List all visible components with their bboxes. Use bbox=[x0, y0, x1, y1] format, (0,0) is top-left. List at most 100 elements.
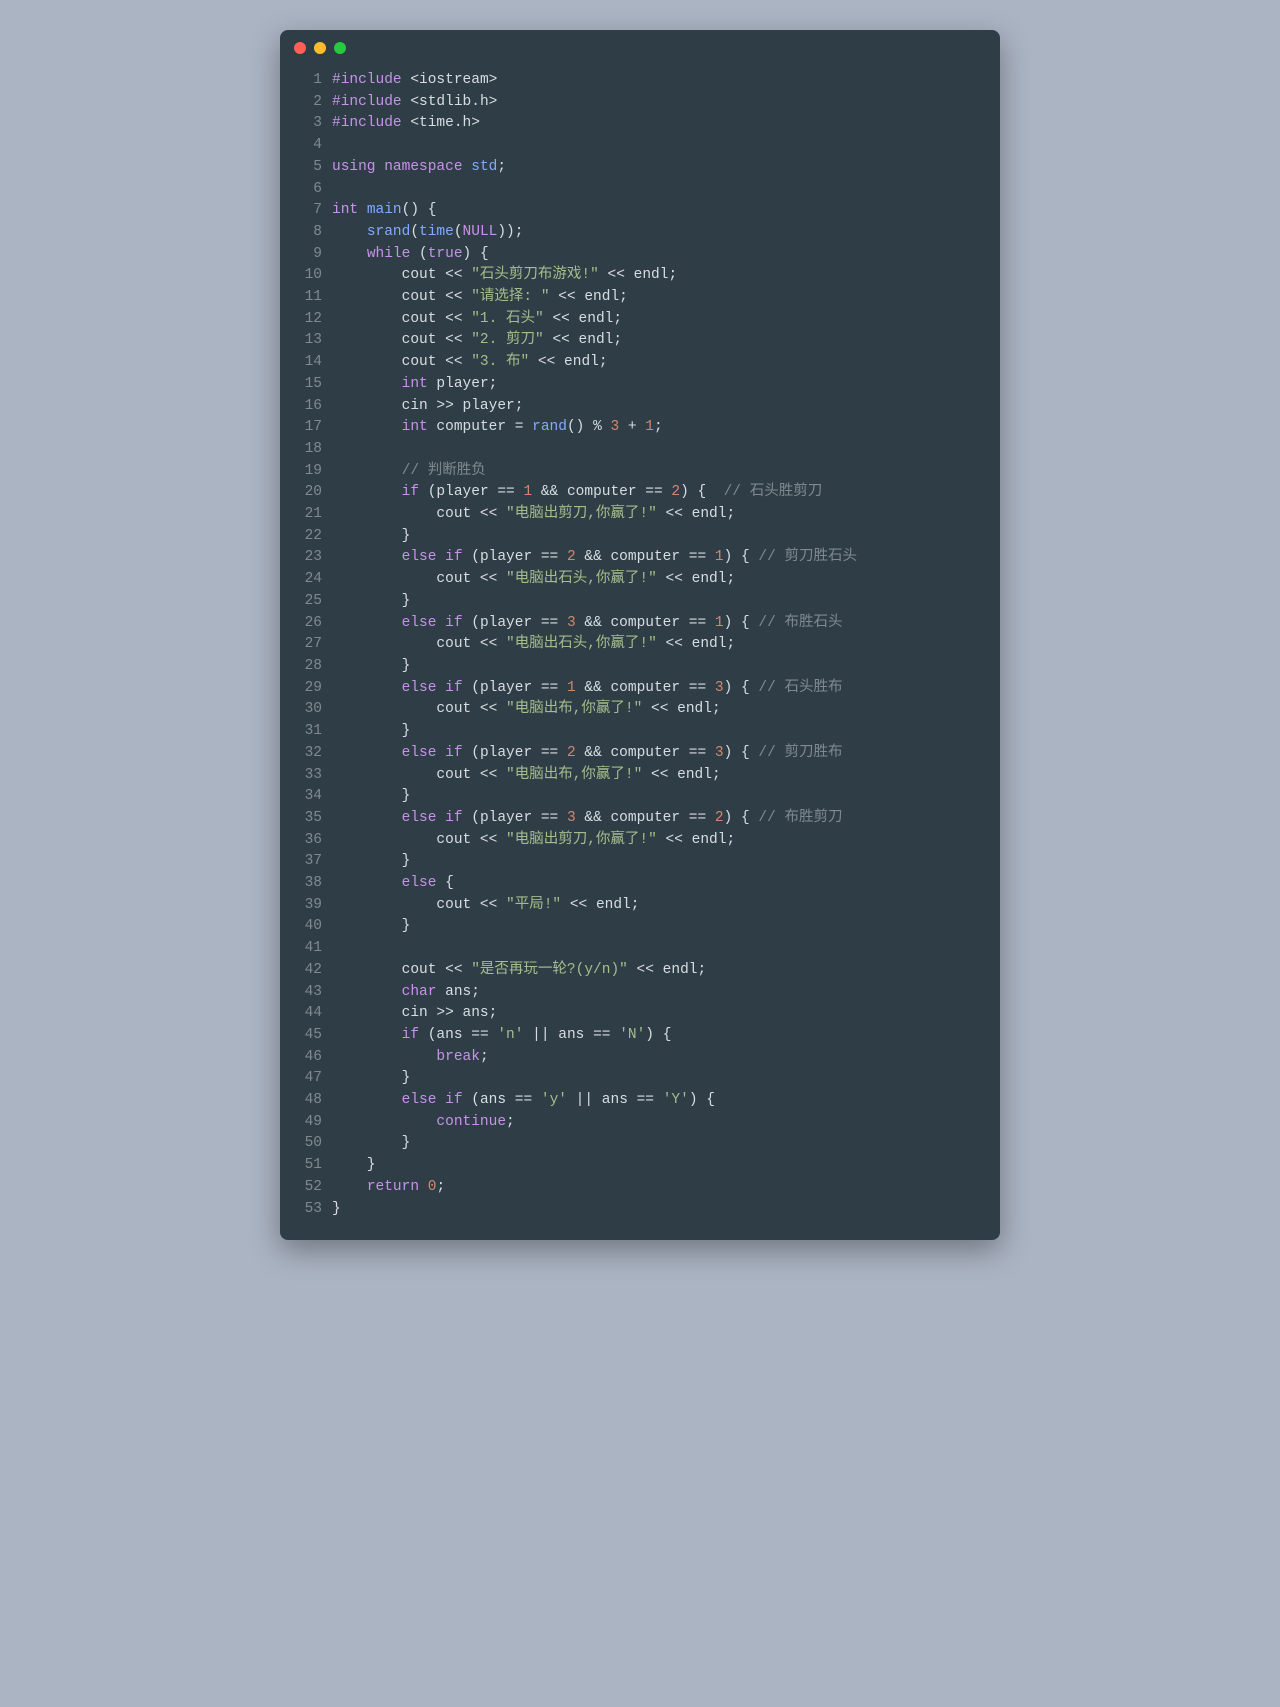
code-content[interactable] bbox=[332, 938, 1000, 960]
line-number: 30 bbox=[280, 699, 332, 721]
code-content[interactable]: cout << "2. 剪刀" << endl; bbox=[332, 330, 1000, 352]
code-content[interactable]: } bbox=[332, 786, 1000, 808]
token-def: ; bbox=[497, 159, 506, 175]
code-content[interactable]: else if (player == 3 && computer == 1) {… bbox=[332, 613, 1000, 635]
code-content[interactable]: #include <time.h> bbox=[332, 113, 1000, 135]
code-content[interactable]: cout << "电脑出布,你赢了!" << endl; bbox=[332, 699, 1000, 721]
code-content[interactable] bbox=[332, 179, 1000, 201]
token-def: } bbox=[332, 918, 410, 934]
code-content[interactable]: #include <iostream> bbox=[332, 70, 1000, 92]
line-number: 7 bbox=[280, 200, 332, 222]
token-def: ; bbox=[506, 1114, 515, 1130]
code-line: 1#include <iostream> bbox=[280, 70, 1000, 92]
token-def: cout << bbox=[332, 962, 471, 978]
code-content[interactable]: else if (player == 2 && computer == 1) {… bbox=[332, 547, 1000, 569]
code-content[interactable]: cout << "电脑出剪刀,你赢了!" << endl; bbox=[332, 504, 1000, 526]
token-num: 2 bbox=[671, 484, 680, 500]
token-def bbox=[332, 1179, 367, 1195]
code-content[interactable]: cout << "1. 石头" << endl; bbox=[332, 309, 1000, 331]
code-line: 50 } bbox=[280, 1133, 1000, 1155]
minimize-icon[interactable] bbox=[314, 42, 326, 54]
line-number: 11 bbox=[280, 287, 332, 309]
code-content[interactable]: else { bbox=[332, 873, 1000, 895]
code-content[interactable] bbox=[332, 439, 1000, 461]
code-content[interactable]: continue; bbox=[332, 1112, 1000, 1134]
code-content[interactable]: } bbox=[332, 1068, 1000, 1090]
code-content[interactable]: // 判断胜负 bbox=[332, 461, 1000, 483]
code-content[interactable]: cin >> ans; bbox=[332, 1003, 1000, 1025]
token-def bbox=[332, 745, 402, 761]
token-def: } bbox=[332, 853, 410, 869]
token-str: "1. 石头" bbox=[471, 311, 544, 327]
token-def: cout << bbox=[332, 506, 506, 522]
code-line: 24 cout << "电脑出石头,你赢了!" << endl; bbox=[280, 569, 1000, 591]
code-line: 33 cout << "电脑出布,你赢了!" << endl; bbox=[280, 765, 1000, 787]
token-def: << endl; bbox=[657, 571, 735, 587]
line-number: 37 bbox=[280, 851, 332, 873]
close-icon[interactable] bbox=[294, 42, 306, 54]
line-number: 43 bbox=[280, 982, 332, 1004]
code-content[interactable]: cout << "电脑出石头,你赢了!" << endl; bbox=[332, 569, 1000, 591]
code-content[interactable]: } bbox=[332, 851, 1000, 873]
code-content[interactable] bbox=[332, 135, 1000, 157]
line-number: 22 bbox=[280, 526, 332, 548]
code-content[interactable]: } bbox=[332, 721, 1000, 743]
token-kw: else bbox=[402, 810, 437, 826]
token-str: "平局!" bbox=[506, 897, 561, 913]
code-content[interactable]: } bbox=[332, 526, 1000, 548]
code-content[interactable]: } bbox=[332, 591, 1000, 613]
token-str: "3. 布" bbox=[471, 354, 529, 370]
code-content[interactable]: cout << "电脑出剪刀,你赢了!" << endl; bbox=[332, 830, 1000, 852]
code-content[interactable]: if (ans == 'n' || ans == 'N') { bbox=[332, 1025, 1000, 1047]
code-content[interactable]: cout << "请选择: " << endl; bbox=[332, 287, 1000, 309]
code-content[interactable]: using namespace std; bbox=[332, 157, 1000, 179]
code-content[interactable]: else if (ans == 'y' || ans == 'Y') { bbox=[332, 1090, 1000, 1112]
token-def bbox=[332, 549, 402, 565]
maximize-icon[interactable] bbox=[334, 42, 346, 54]
token-def: <iostream> bbox=[410, 72, 497, 88]
token-def: } bbox=[332, 788, 410, 804]
line-number: 53 bbox=[280, 1199, 332, 1221]
code-content[interactable]: cout << "3. 布" << endl; bbox=[332, 352, 1000, 374]
code-content[interactable]: return 0; bbox=[332, 1177, 1000, 1199]
code-content[interactable]: } bbox=[332, 916, 1000, 938]
code-content[interactable]: cout << "平局!" << endl; bbox=[332, 895, 1000, 917]
code-content[interactable]: cout << "电脑出石头,你赢了!" << endl; bbox=[332, 634, 1000, 656]
code-content[interactable]: else if (player == 1 && computer == 3) {… bbox=[332, 678, 1000, 700]
code-content[interactable]: int main() { bbox=[332, 200, 1000, 222]
code-content[interactable]: char ans; bbox=[332, 982, 1000, 1004]
code-content[interactable]: } bbox=[332, 656, 1000, 678]
code-content[interactable]: int computer = rand() % 3 + 1; bbox=[332, 417, 1000, 439]
code-content[interactable]: if (player == 1 && computer == 2) { // 石… bbox=[332, 482, 1000, 504]
token-def: << endl; bbox=[642, 767, 720, 783]
code-content[interactable]: cout << "是否再玩一轮?(y/n)" << endl; bbox=[332, 960, 1000, 982]
code-content[interactable]: cout << "电脑出布,你赢了!" << endl; bbox=[332, 765, 1000, 787]
code-content[interactable]: cin >> player; bbox=[332, 396, 1000, 418]
editor-window: 1#include <iostream> 2 #include <stdlib.h>… bbox=[280, 30, 1000, 1240]
code-content[interactable]: int player; bbox=[332, 374, 1000, 396]
token-num: 3 bbox=[610, 419, 619, 435]
code-content[interactable]: srand(time(NULL)); bbox=[332, 222, 1000, 244]
code-line: 41 bbox=[280, 938, 1000, 960]
token-kw: #include bbox=[332, 94, 402, 110]
code-content[interactable]: break; bbox=[332, 1047, 1000, 1069]
code-content[interactable]: } bbox=[332, 1155, 1000, 1177]
code-content[interactable]: else if (player == 2 && computer == 3) {… bbox=[332, 743, 1000, 765]
line-number: 41 bbox=[280, 938, 332, 960]
code-content[interactable]: } bbox=[332, 1199, 1000, 1221]
code-content[interactable]: cout << "石头剪刀布游戏!" << endl; bbox=[332, 265, 1000, 287]
token-def: () % bbox=[567, 419, 611, 435]
line-number: 31 bbox=[280, 721, 332, 743]
code-content[interactable]: } bbox=[332, 1133, 1000, 1155]
line-number: 44 bbox=[280, 1003, 332, 1025]
line-number: 4 bbox=[280, 135, 332, 157]
code-content[interactable]: else if (player == 3 && computer == 2) {… bbox=[332, 808, 1000, 830]
token-def: && computer == bbox=[576, 615, 715, 631]
code-content[interactable]: while (true) { bbox=[332, 244, 1000, 266]
code-content[interactable]: #include <stdlib.h> bbox=[332, 92, 1000, 114]
code-area[interactable]: 1#include <iostream> 2 #include <stdlib.h>… bbox=[280, 66, 1000, 1240]
token-def bbox=[332, 810, 402, 826]
token-fn: rand bbox=[532, 419, 567, 435]
token-cmt: // 剪刀胜石头 bbox=[758, 549, 857, 565]
token-str: "电脑出剪刀,你赢了!" bbox=[506, 832, 657, 848]
